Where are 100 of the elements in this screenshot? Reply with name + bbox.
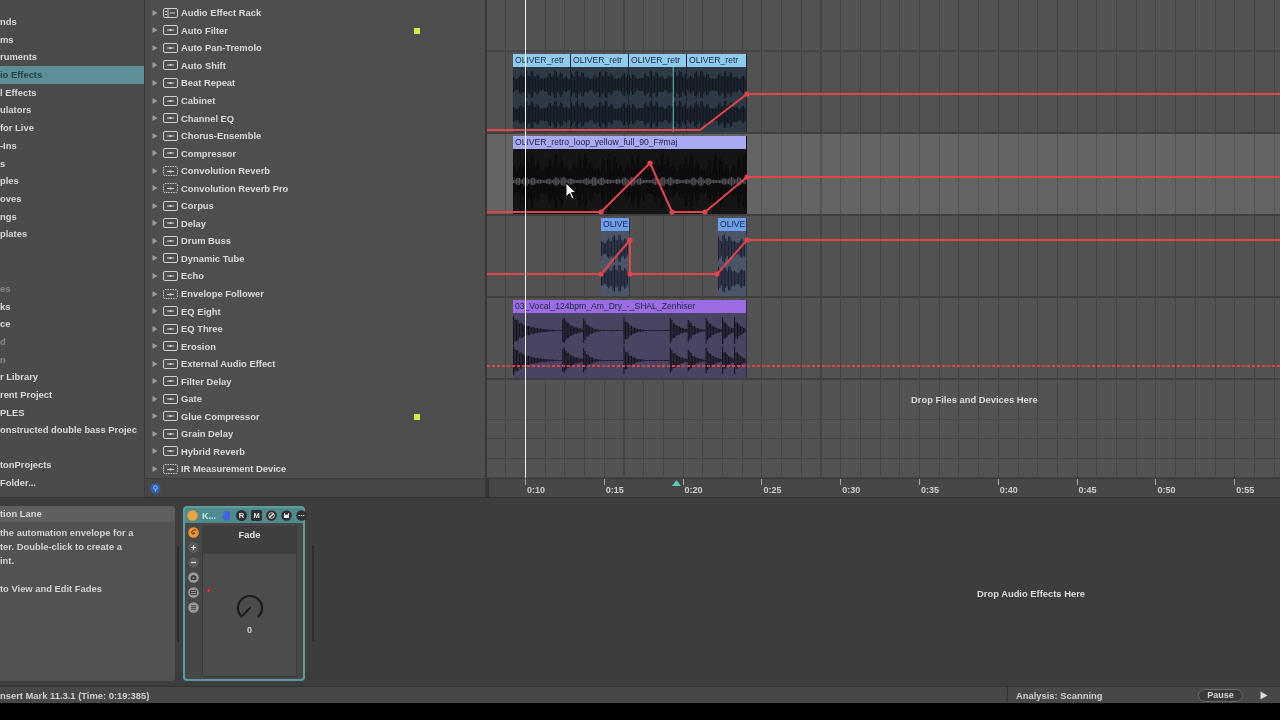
slash-circle-icon[interactable]	[266, 510, 277, 521]
breakpoint-handle[interactable]	[714, 271, 720, 277]
breakpoint-handle[interactable]	[627, 237, 633, 243]
disc-icon[interactable]	[150, 482, 161, 494]
sidebar-item[interactable]: ples	[0, 172, 144, 190]
browser-item[interactable]: EQ Eight	[181, 305, 221, 317]
browser-item[interactable]: Glue Compressor	[181, 410, 260, 422]
track-lane[interactable]: OLIVE OLIVE	[487, 216, 1280, 298]
sidebar-item[interactable]: tonProjects	[0, 456, 144, 474]
sidebar-item[interactable]: oves	[0, 189, 144, 208]
automation-envelope[interactable]	[486, 239, 1280, 275]
sidebar-item[interactable]: r Library	[0, 368, 144, 387]
sidebar-item[interactable]: onstructed double bass Projec	[0, 421, 144, 440]
clip-header[interactable]: OLIVER_retr	[687, 54, 746, 67]
browser-item[interactable]: Dynamic Tube	[181, 252, 245, 264]
caret-icon[interactable]	[152, 378, 158, 385]
sidebar-item[interactable]: ruments	[0, 48, 144, 67]
caret-icon[interactable]	[152, 343, 158, 350]
caret-icon[interactable]	[152, 466, 158, 472]
browser-item[interactable]: Compressor	[181, 147, 237, 159]
browser-item[interactable]: Auto Pan-Tremolo	[181, 42, 262, 54]
sidebar-item[interactable]: ulators	[0, 101, 144, 120]
caret-icon[interactable]	[152, 62, 158, 69]
automation-envelope[interactable]	[486, 162, 1280, 213]
browser-item[interactable]: Delay	[181, 217, 207, 229]
caret-icon[interactable]	[152, 413, 158, 420]
caret-icon[interactable]	[152, 272, 158, 279]
browser-item[interactable]: Chorus-Ensemble	[181, 130, 262, 142]
browser-item[interactable]: Audio Effect Rack	[181, 7, 262, 19]
caret-icon[interactable]	[152, 395, 158, 402]
breakpoint-handle[interactable]	[744, 237, 750, 243]
save-icon[interactable]	[281, 510, 292, 521]
breakpoint-handle[interactable]	[744, 174, 750, 180]
caret-icon[interactable]	[152, 360, 158, 367]
browser-item[interactable]: Echo	[181, 270, 204, 282]
sidebar-item[interactable]: ce	[0, 315, 144, 333]
browser-item[interactable]: Corpus	[181, 200, 214, 212]
caret-icon[interactable]	[152, 97, 158, 104]
breakpoint-handle[interactable]	[744, 91, 750, 97]
caret-icon[interactable]	[152, 255, 158, 262]
automation-envelope[interactable]	[486, 93, 1280, 131]
caret-icon[interactable]	[152, 290, 158, 297]
browser-item[interactable]: Filter Delay	[181, 375, 232, 387]
breakpoint-handle[interactable]	[669, 209, 675, 215]
caret-icon[interactable]	[152, 27, 158, 34]
caret-icon[interactable]	[152, 115, 158, 122]
browser-item[interactable]: Auto Filter	[181, 24, 228, 36]
breakpoint-handle[interactable]	[647, 160, 653, 166]
browser-item[interactable]: Grain Delay	[181, 428, 234, 440]
browser-item[interactable]: Hybrid Reverb	[181, 445, 246, 457]
camera-icon[interactable]	[187, 572, 199, 583]
audio-clip[interactable]: OLIVER_retr	[687, 54, 747, 132]
pause-button[interactable]: Pause	[1198, 688, 1243, 702]
audio-clip[interactable]: OLIVER_retr	[571, 54, 629, 132]
browser-item[interactable]: Cabinet	[181, 95, 216, 106]
audio-clip[interactable]: OLIVE	[718, 218, 747, 296]
play-icon[interactable]	[1260, 690, 1268, 700]
sidebar-item[interactable]: Folder...	[0, 473, 144, 492]
browser-item[interactable]: Envelope Follower	[181, 288, 264, 299]
sidebar-item[interactable]: plates	[0, 225, 144, 243]
caret-icon[interactable]	[152, 9, 158, 16]
clip-header[interactable]: OLIVER_retr	[571, 54, 628, 67]
clip-header[interactable]: OLIVE	[718, 218, 746, 231]
sidebar-item[interactable]: ks	[0, 297, 144, 316]
locator-marker-icon[interactable]	[672, 480, 681, 486]
sidebar-item[interactable]: ngs	[0, 207, 144, 226]
list-icon[interactable]	[187, 602, 199, 613]
clip-header[interactable]: OLIVER_retro_loop_yellow_full_90_F#maj	[513, 136, 746, 149]
time-ruler[interactable]: 0:10 0:15 0:20 0:25 0:30 0:35 0:40 0:45 0:50 0:55	[487, 478, 1280, 497]
breakpoint-handle[interactable]	[627, 271, 633, 277]
track-lane[interactable]: OLIVER_retro_loop_yellow_full_90_F#maj	[487, 134, 1280, 216]
sidebar-item[interactable]: l Effects	[0, 83, 144, 102]
caret-icon[interactable]	[152, 308, 158, 315]
audio-clip[interactable]: OLIVER_retr	[629, 54, 687, 132]
browser-item[interactable]: External Audio Effect	[181, 358, 276, 370]
sidebar-item[interactable]: for Live	[0, 119, 144, 137]
browser-item[interactable]: IR Measurement Device	[181, 463, 287, 475]
caret-icon[interactable]	[152, 132, 158, 139]
browser-item[interactable]: Convolution Reverb Pro	[181, 182, 289, 194]
plus-icon[interactable]	[187, 542, 199, 553]
browser-item[interactable]: Erosion	[181, 340, 216, 352]
caret-icon[interactable]	[152, 202, 158, 209]
spiral-icon[interactable]	[187, 527, 199, 538]
sidebar-item[interactable]: -Ins	[0, 136, 144, 155]
caret-icon[interactable]	[152, 44, 158, 51]
browser-item[interactable]: Drum Buss	[181, 235, 231, 247]
caret-icon[interactable]	[152, 325, 158, 332]
browser-item[interactable]: Convolution Reverb	[181, 165, 271, 177]
more-icon[interactable]	[296, 510, 307, 521]
audio-clip[interactable]: OLIVE	[601, 218, 630, 296]
sidebar-item[interactable]: PLES	[0, 403, 144, 422]
sidebar-item[interactable]: s	[0, 154, 144, 173]
browser-item[interactable]: Beat Repeat	[181, 77, 236, 89]
browser-item[interactable]: Auto Shift	[181, 59, 226, 71]
caret-icon[interactable]	[152, 79, 158, 86]
audio-clip[interactable]: OLIVER_retro_loop_yellow_full_90_F#maj	[513, 136, 747, 214]
caret-icon[interactable]	[152, 448, 158, 455]
sidebar-item[interactable]: nds	[0, 13, 144, 31]
sidebar-item[interactable]: ms	[0, 30, 144, 49]
clip-header[interactable]: OLIVE	[601, 218, 629, 231]
